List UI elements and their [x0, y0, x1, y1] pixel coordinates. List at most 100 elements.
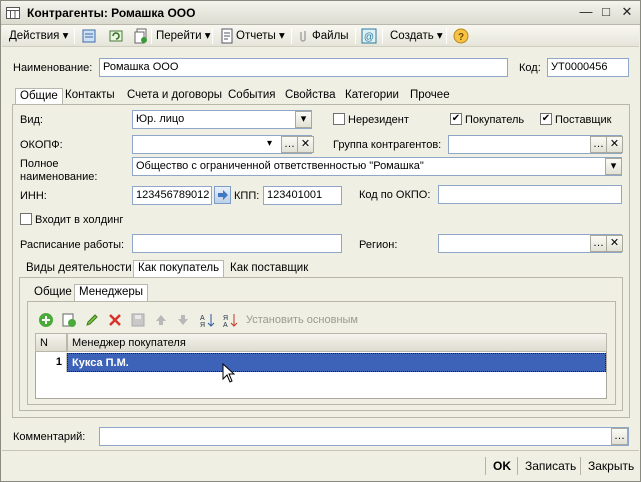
kpp-field[interactable]: 123401001 [263, 186, 342, 205]
group-clear-button[interactable]: ✕ [606, 136, 623, 153]
svg-text:?: ? [458, 32, 464, 43]
region-clear-button[interactable]: ✕ [606, 235, 623, 252]
delete-icon[interactable] [107, 312, 123, 328]
schedule-field[interactable] [132, 234, 342, 253]
chevron-down-icon: ▾ [300, 113, 307, 125]
footer-separator [580, 457, 581, 475]
inn-check-button[interactable] [214, 186, 231, 204]
name-field[interactable]: Ромашка ООО [99, 58, 508, 77]
save-icon [131, 313, 145, 327]
files-button[interactable]: Файлы [312, 28, 349, 44]
row-number-cell: 1 [36, 353, 67, 372]
paperclip-icon[interactable] [296, 28, 312, 44]
region-label: Регион: [359, 239, 398, 251]
kpp-label: КПП: [234, 190, 260, 202]
go-label: Перейти [156, 30, 202, 42]
actions-label: Действия [9, 30, 60, 42]
reports-menu[interactable]: Отчеты ▾ [236, 28, 285, 44]
minimize-icon[interactable]: — [578, 5, 594, 20]
okopf-label: ОКОПФ: [20, 139, 63, 151]
tab-general[interactable]: Общие [15, 88, 63, 105]
email-icon[interactable]: @ [361, 28, 377, 44]
holding-checkbox[interactable] [20, 213, 32, 225]
actions-menu[interactable]: Действия ▾ [9, 28, 68, 44]
type-label: Вид: [20, 114, 43, 126]
comment-field[interactable] [99, 427, 629, 446]
fullname-dropdown-button[interactable]: ▾ [605, 158, 622, 175]
column-header-manager[interactable]: Менеджер покупателя [67, 333, 607, 352]
chevron-down-icon: ▾ [610, 160, 617, 172]
toolbar-separator [382, 28, 383, 44]
fullname-label: Полное наименование: [20, 158, 98, 183]
code-field[interactable]: УТ0000456 [547, 58, 629, 77]
svg-text:A: A [200, 315, 205, 322]
go-menu[interactable]: Перейти ▾ [156, 28, 211, 44]
mouse-cursor-icon [222, 363, 236, 383]
chevron-down-icon[interactable]: ▾ [267, 138, 272, 149]
tab-activity-types[interactable]: Виды деятельности [22, 261, 136, 278]
column-header-n[interactable]: N [35, 333, 67, 352]
tab-as-buyer[interactable]: Как покупатель [133, 260, 225, 277]
arrow-right-icon [218, 190, 228, 200]
toolbar-separator [291, 28, 292, 44]
tab-contacts[interactable]: Контакты [61, 88, 119, 105]
ok-button[interactable]: OK [493, 459, 511, 475]
close-icon[interactable]: ✕ [619, 5, 635, 20]
supplier-checkbox[interactable]: ✔ [540, 113, 552, 125]
schedule-label: Расписание работы: [20, 239, 125, 251]
table-row[interactable]: 1 Кукса П.М. [36, 353, 606, 372]
tab-as-supplier[interactable]: Как поставщик [226, 261, 312, 278]
svg-text:Я: Я [223, 315, 228, 322]
okpo-field[interactable] [438, 185, 622, 204]
tab-events[interactable]: События [224, 88, 279, 105]
sort-desc-icon[interactable]: ЯA [222, 312, 238, 328]
fullname-value: Общество с ограниченной ответственностью… [136, 160, 424, 172]
arrow-up-icon [156, 315, 166, 325]
toolbar-separator [74, 28, 75, 44]
comment-label: Комментарий: [13, 431, 86, 443]
checkmark-icon: ✔ [451, 113, 461, 124]
clear-icon: ✕ [300, 138, 311, 150]
copy-row-icon[interactable] [61, 312, 77, 328]
fullname-field[interactable]: Общество с ограниченной ответственностью… [132, 157, 622, 176]
tab-categories[interactable]: Категории [341, 88, 403, 105]
sort-asc-icon[interactable]: AЯ [199, 312, 215, 328]
nonresident-checkbox[interactable] [333, 113, 345, 125]
create-menu[interactable]: Создать ▾ [390, 28, 443, 44]
type-dropdown-button[interactable]: ▾ [295, 111, 312, 128]
set-main-button[interactable]: Установить основным [246, 314, 358, 326]
region-select-button[interactable]: … [590, 235, 607, 252]
refresh-icon[interactable] [108, 28, 124, 44]
tab-managers[interactable]: Менеджеры [74, 284, 149, 301]
tab-accounts[interactable]: Счета и договоры [123, 88, 226, 105]
footer-separator [517, 457, 518, 475]
tab-other[interactable]: Прочее [406, 88, 454, 105]
type-field[interactable]: Юр. лицо [132, 110, 312, 129]
copy-icon[interactable] [133, 28, 149, 44]
okopf-select-button[interactable]: … [281, 136, 298, 153]
buyer-checkbox[interactable]: ✔ [450, 113, 462, 125]
files-label: Файлы [312, 30, 349, 42]
svg-text:Я: Я [200, 322, 205, 328]
footer-separator [485, 457, 486, 475]
nonresident-label: Нерезидент [348, 114, 409, 126]
save-button[interactable]: Записать [525, 459, 576, 475]
maximize-icon[interactable]: □ [598, 5, 614, 20]
comment-select-button[interactable]: … [611, 428, 628, 445]
tab-properties[interactable]: Свойства [281, 88, 340, 105]
close-button[interactable]: Закрыть [588, 459, 634, 475]
add-icon[interactable] [38, 312, 54, 328]
reports-icon[interactable] [219, 28, 235, 44]
manager-cell[interactable]: Кукса П.М. [67, 353, 606, 372]
group-label: Группа контрагентов: [333, 139, 442, 151]
help-icon[interactable]: ? [453, 28, 469, 44]
open-list-icon[interactable] [81, 28, 97, 44]
group-select-button[interactable]: … [590, 136, 607, 153]
title-bar: Контрагенты: Ромашка ООО — □ ✕ [1, 1, 640, 25]
inn-field[interactable]: 123456789012 [132, 186, 212, 205]
create-label: Создать [390, 30, 434, 42]
tab-inner-general[interactable]: Общие [30, 285, 76, 302]
okopf-clear-button[interactable]: ✕ [297, 136, 314, 153]
okpo-label: Код по ОКПО: [359, 189, 431, 201]
edit-icon[interactable] [84, 312, 100, 328]
